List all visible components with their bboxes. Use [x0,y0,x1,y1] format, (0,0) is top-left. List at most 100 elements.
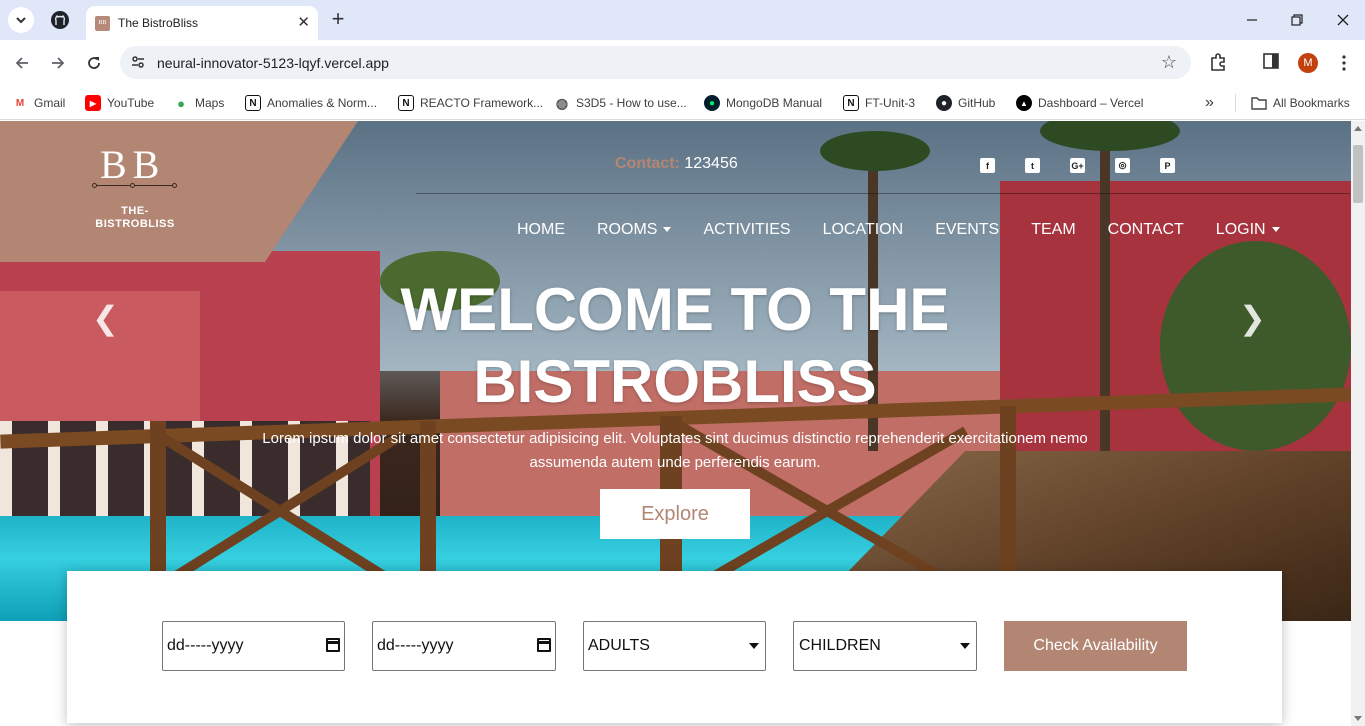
checkout-date-text: dd-----yyyy [377,637,454,654]
calendar-icon[interactable] [326,638,340,652]
all-bookmarks-button[interactable]: All Bookmarks [1251,93,1350,113]
bookmark-star-icon[interactable]: ☆ [1161,52,1177,73]
logo-name: THE- BISTROBLISS [86,205,184,231]
site-info-icon[interactable] [130,54,146,75]
pinterest-icon[interactable]: P [1160,158,1175,173]
vercel-icon: ▲ [1016,95,1032,111]
profile-avatar[interactable]: M [1298,53,1318,73]
check-availability-button[interactable]: Check Availability [1004,621,1187,671]
caret-down-icon [1271,227,1280,233]
globe-icon: ◍ [555,94,569,111]
window-close-icon[interactable] [1333,10,1353,30]
children-select[interactable]: CHILDREN [793,621,977,671]
scroll-down-icon[interactable] [1354,716,1362,721]
bookmark-label: REACTO Framework... [420,96,544,110]
bookmark-reacto[interactable]: N REACTO Framework... [398,93,543,113]
bookmark-gmail[interactable]: M Gmail [12,93,66,113]
bookmarks-divider [1235,94,1236,112]
nav-rooms[interactable]: ROOMS [597,221,672,239]
bookmarks-overflow-button[interactable]: » [1205,93,1214,113]
menu-icon[interactable] [1336,54,1352,77]
hero-subtitle-line2: assumenda autem unde perferendis earum. [529,454,821,471]
notion-icon: N [245,95,261,111]
nav-home[interactable]: HOME [517,221,565,239]
page-scrollbar[interactable] [1351,121,1365,726]
contact-number: 123456 [684,155,738,172]
extensions-icon[interactable] [1208,52,1228,77]
browser-tab[interactable]: BB The BistroBliss ✕ [86,6,318,40]
bookmark-ft-unit-3[interactable]: N FT-Unit-3 [843,93,915,113]
logo-divider [94,185,176,186]
minimize-icon[interactable] [1242,10,1262,30]
bookmark-github[interactable]: ● GitHub [936,93,995,113]
adults-select[interactable]: ADULTS [583,621,766,671]
facebook-icon[interactable]: f [980,158,995,173]
bookmark-vercel[interactable]: ▲ Dashboard – Vercel [1016,93,1143,113]
bookmark-label: Maps [195,96,225,110]
bookmark-label: Dashboard – Vercel [1038,96,1144,110]
side-panel-icon[interactable] [1262,52,1280,75]
bookmark-maps[interactable]: ● Maps [173,93,224,113]
scrollbar-thumb[interactable] [1353,145,1363,203]
calendar-icon[interactable] [537,638,551,652]
close-icon[interactable]: ✕ [297,14,310,32]
new-tab-button[interactable]: + [328,8,348,30]
instagram-icon[interactable]: ◎ [1115,158,1130,173]
page-viewport: BB THE- BISTROBLISS Contact: 123456 f t … [0,121,1351,726]
hero-subtitle-line1: Lorem ipsum dolor sit amet consectetur a… [262,430,1088,447]
logo-name-line2: BISTROBLISS [95,218,175,230]
social-links: f t G+ ◎ P [980,158,1175,173]
bookmark-anomalies[interactable]: N Anomalies & Norm... [245,93,377,113]
chevron-down-icon [16,17,26,24]
bookmarks-bar: M Gmail ▶ YouTube ● Maps N Anomalies & Norm.… [0,86,1365,120]
bookmark-label: MongoDB Manual [726,96,823,110]
bookmark-mongodb[interactable]: ● MongoDB Manual [704,93,822,113]
bookmark-label: Anomalies & Norm... [267,96,378,110]
scroll-up-icon[interactable] [1354,126,1362,131]
notion-icon: N [398,95,414,111]
maps-icon: ● [177,95,185,111]
logo-mark[interactable]: BB [100,141,165,188]
bookmark-s3d5[interactable]: ◍ S3D5 - How to use... [554,93,687,113]
nav-login[interactable]: LOGIN [1216,221,1280,239]
checkin-date-input[interactable]: dd-----yyyy [162,621,345,671]
forward-icon[interactable] [47,52,69,74]
notion-icon: N [843,95,859,111]
main-nav: HOME ROOMS ACTIVITIES LOCATION EVENTS TE… [517,221,1280,239]
restore-icon[interactable] [1287,10,1307,30]
bookmark-youtube[interactable]: ▶ YouTube [85,93,154,113]
header-divider [416,193,1350,194]
nav-events[interactable]: EVENTS [935,221,999,239]
carousel-prev-icon[interactable]: ❮ [92,299,119,337]
hero-title-line2: BISTROBLISS [473,348,877,415]
gmail-icon: M [15,97,25,109]
github-icon: ● [936,95,952,111]
address-bar[interactable]: neural-innovator-5123-lqyf.vercel.app ☆ [120,46,1191,79]
all-bookmarks-label: All Bookmarks [1273,96,1350,110]
nav-activities[interactable]: ACTIVITIES [703,221,790,239]
explore-button[interactable]: Explore [600,489,750,539]
browser-tabstrip: BB The BistroBliss ✕ + [0,0,1365,40]
checkin-date-text: dd-----yyyy [167,637,244,654]
hero-palm-frond [820,131,930,171]
bookmark-label: YouTube [107,96,155,110]
reload-icon[interactable] [83,52,105,74]
github-icon[interactable] [50,10,70,30]
nav-location[interactable]: LOCATION [823,221,904,239]
back-icon[interactable] [11,52,33,74]
logo-name-line1: THE- [121,205,149,217]
hero-title-line1: WELCOME TO THE [400,276,950,343]
chevron-down-icon [960,643,970,649]
nav-team[interactable]: TEAM [1031,221,1075,239]
logo-ornament [130,183,135,188]
hero-title: WELCOME TO THE BISTROBLISS [350,274,1000,418]
tab-search-button[interactable] [8,7,34,33]
google-plus-icon[interactable]: G+ [1070,158,1085,173]
hero-carousel: BB THE- BISTROBLISS Contact: 123456 f t … [0,121,1351,621]
checkout-date-input[interactable]: dd-----yyyy [372,621,556,671]
carousel-next-icon[interactable]: ❯ [1239,299,1266,337]
bookmark-label: S3D5 - How to use... [576,96,687,110]
nav-contact[interactable]: CONTACT [1108,221,1184,239]
logo-ornament [92,183,97,188]
twitter-icon[interactable]: t [1025,158,1040,173]
